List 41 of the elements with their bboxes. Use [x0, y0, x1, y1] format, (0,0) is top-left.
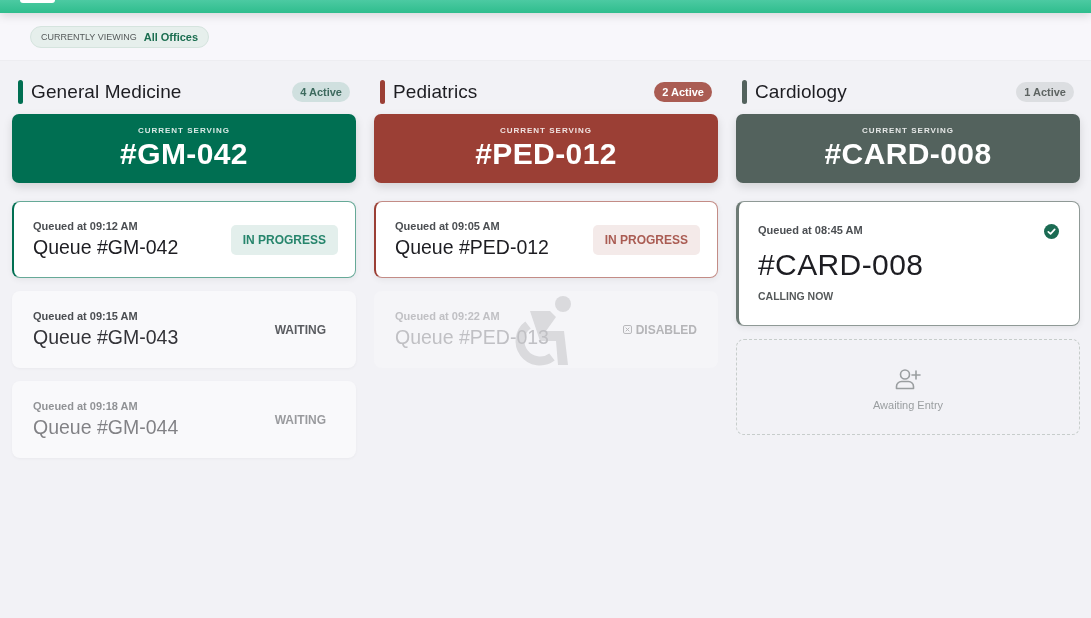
filter-value: All Offices: [143, 30, 199, 43]
office-filter-chip[interactable]: CURRENTLY VIEWING All Offices: [30, 25, 210, 48]
add-person-icon: [895, 367, 921, 390]
active-count-badge: 1 Active: [1016, 82, 1074, 102]
status-badge: IN PROGRESS: [592, 224, 700, 255]
status-label: DISABLED: [635, 322, 697, 337]
status-badge: IN PROGRESS: [230, 224, 338, 255]
serving-number: #PED-012: [475, 137, 617, 171]
serving-label: CURRENT SERVING: [499, 126, 593, 135]
ticket-card[interactable]: Queued at 09:15 AM Queue #GM-043 WAITING: [12, 291, 356, 368]
serving-label: CURRENT SERVING: [137, 126, 231, 135]
status-label: WAITING: [273, 321, 327, 339]
queued-time: Queued at 08:45 AM: [758, 224, 863, 236]
queued-time: Queued at 09:12 AM: [33, 220, 139, 232]
status-label: WAITING: [273, 411, 327, 429]
department-title: Pediatrics: [393, 81, 479, 103]
logo-icon: [20, 0, 55, 3]
serving-number: #GM-042: [120, 137, 248, 171]
ticket-card[interactable]: Queued at 09:05 AM Queue #PED-012 IN PROGRESS: [374, 201, 718, 278]
serving-label: CURRENT SERVING: [861, 126, 955, 135]
queued-time: Queued at 09:05 AM: [395, 220, 501, 232]
department-title: Cardiology: [755, 81, 848, 103]
calling-label: CALLING NOW: [758, 290, 835, 302]
active-count-badge: 4 Active: [292, 82, 350, 102]
filter-label: CURRENTLY VIEWING: [41, 31, 137, 42]
department-title: General Medicine: [31, 81, 183, 103]
ticket-title: Queue #GM-044: [33, 416, 179, 439]
serving-number: #CARD-008: [824, 137, 992, 171]
empty-slot-label: Awaiting Entry: [872, 398, 944, 411]
ticket-number: #CARD-008: [758, 248, 925, 282]
calling-ticket-card[interactable]: Queued at 08:45 AM #CARD-008 CALLING NOW: [736, 201, 1080, 326]
ticket-card[interactable]: Queued at 09:18 AM Queue #GM-044 WAITING: [12, 381, 356, 458]
close-box-icon: [622, 325, 632, 334]
ticket-title: Queue #PED-012: [395, 236, 549, 259]
active-count-badge: 2 Active: [654, 82, 712, 102]
ticket-title: Queue #GM-043: [33, 326, 179, 349]
check-circle-icon: [1044, 224, 1059, 239]
ticket-title: Queue #GM-042: [33, 236, 179, 259]
queued-time: Queued at 09:15 AM: [33, 310, 139, 322]
queued-time: Queued at 09:18 AM: [33, 400, 139, 412]
ticket-card[interactable]: Queued at 09:12 AM Queue #GM-042 IN PROGRESS: [12, 201, 356, 278]
